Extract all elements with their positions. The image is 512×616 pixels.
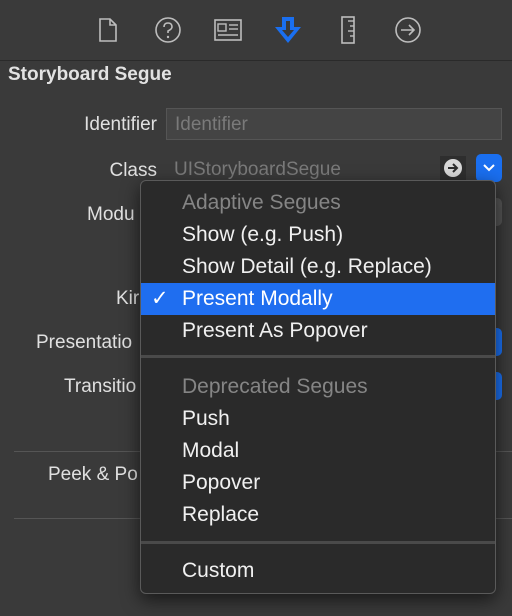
menu-item-label: Present Modally	[182, 287, 333, 310]
identity-icon[interactable]	[212, 14, 244, 46]
menu-header-adaptive: Adaptive Segues	[182, 191, 341, 214]
presentation-label: Presentatio	[36, 332, 133, 353]
menu-header-deprecated: Deprecated Segues	[182, 375, 368, 398]
inspector-toolbar	[0, 0, 512, 61]
checkmark-icon: ✓	[151, 287, 169, 310]
section-title: Storyboard Segue	[8, 64, 172, 85]
file-icon[interactable]	[92, 14, 124, 46]
transition-label: Transitio	[64, 376, 137, 397]
attributes-icon[interactable]	[272, 14, 304, 46]
arrow-circle-icon	[444, 159, 462, 177]
peek-label: Peek & Po	[48, 464, 138, 485]
menu-item-modal[interactable]: Modal	[141, 435, 495, 467]
menu-item-show[interactable]: Show (e.g. Push)	[141, 219, 495, 251]
menu-item-custom[interactable]: Custom	[141, 555, 495, 587]
identifier-placeholder: Identifier	[175, 114, 248, 135]
chevron-down-icon	[483, 164, 495, 172]
help-icon[interactable]	[152, 14, 184, 46]
identifier-field[interactable]: Identifier	[166, 108, 502, 140]
size-icon[interactable]	[332, 14, 364, 46]
class-dropdown-button[interactable]	[476, 154, 502, 182]
menu-separator	[141, 355, 495, 358]
menu-item-present-popover[interactable]: Present As Popover	[141, 315, 495, 347]
module-label: Modu	[87, 204, 135, 225]
connections-icon[interactable]	[392, 14, 424, 46]
menu-item-replace[interactable]: Replace	[141, 499, 495, 531]
segue-kind-menu: Adaptive Segues Show (e.g. Push) Show De…	[140, 180, 496, 594]
class-navigate-button[interactable]	[440, 156, 466, 180]
menu-item-push[interactable]: Push	[141, 403, 495, 435]
class-value: UIStoryboardSegue	[174, 159, 341, 180]
menu-separator	[141, 541, 495, 544]
menu-item-present-modally[interactable]: ✓ Present Modally	[141, 283, 495, 315]
identifier-label: Identifier	[84, 114, 157, 135]
kind-label: Kir	[116, 288, 140, 309]
class-label: Class	[109, 160, 157, 181]
menu-item-popover[interactable]: Popover	[141, 467, 495, 499]
menu-item-show-detail[interactable]: Show Detail (e.g. Replace)	[141, 251, 495, 283]
